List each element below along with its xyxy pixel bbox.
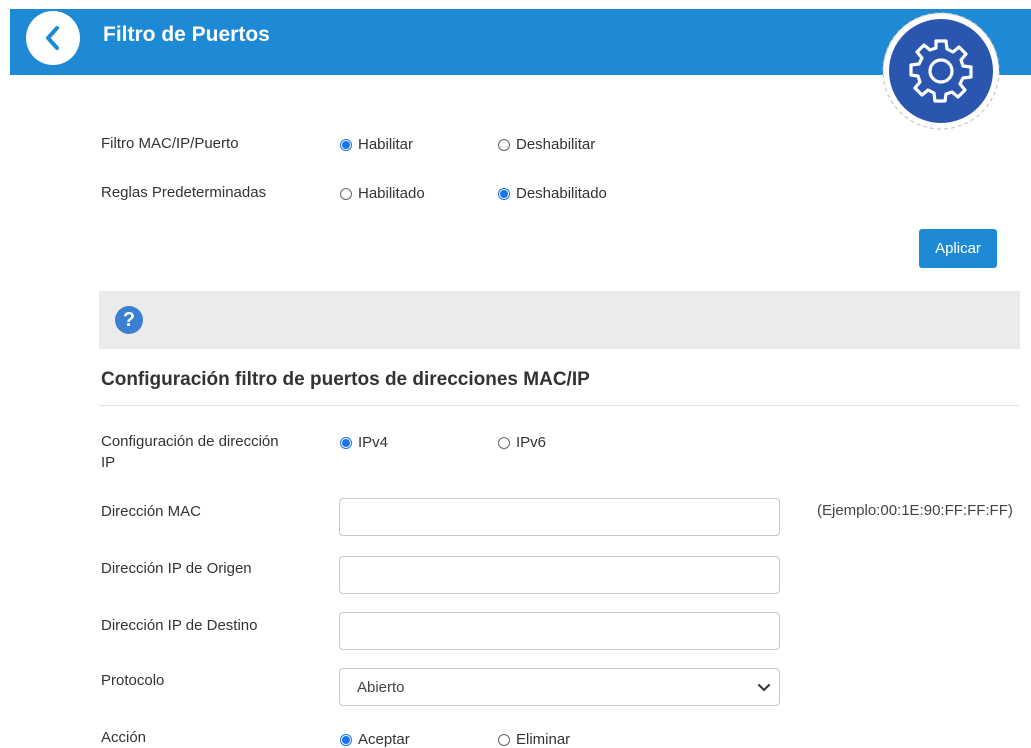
ip-config-label-line1: Configuración de dirección bbox=[101, 433, 279, 450]
default-rules-label: Reglas Predeterminadas bbox=[101, 184, 267, 201]
section-title: Configuración filtro de puertos de direc… bbox=[101, 369, 590, 390]
ipv6-radio[interactable]: IPv6 bbox=[498, 434, 546, 451]
ipv4-radio[interactable]: IPv4 bbox=[340, 434, 388, 451]
radio-checked-icon bbox=[340, 733, 352, 746]
page-title: Filtro de Puertos bbox=[103, 23, 270, 46]
radio-label: Habilitar bbox=[358, 136, 414, 153]
radio-label: Eliminar bbox=[516, 731, 571, 748]
ip-config-label: Configuración de dirección IP bbox=[101, 431, 279, 473]
help-bar: ? bbox=[99, 291, 1020, 349]
source-ip-input[interactable] bbox=[339, 556, 780, 594]
src-ip-label: Dirección IP de Origen bbox=[101, 560, 252, 577]
radio-label: IPv4 bbox=[358, 434, 389, 451]
filter-enable-radio[interactable]: Habilitar bbox=[340, 136, 413, 153]
mac-label: Dirección MAC bbox=[101, 503, 202, 520]
chevron-left-icon bbox=[46, 26, 59, 50]
apply-button[interactable]: Aplicar bbox=[919, 229, 997, 268]
radio-label: Deshabilitar bbox=[516, 136, 596, 153]
radio-unchecked-icon bbox=[340, 187, 352, 200]
default-rules-enabled-radio[interactable]: Habilitado bbox=[340, 185, 425, 202]
default-rules-disabled-radio[interactable]: Deshabilitado bbox=[498, 185, 607, 202]
action-delete-radio[interactable]: Eliminar bbox=[498, 731, 570, 748]
radio-label: IPv6 bbox=[516, 434, 547, 451]
mac-address-input[interactable] bbox=[339, 498, 780, 536]
radio-checked-icon bbox=[340, 436, 352, 449]
action-label: Acción bbox=[101, 729, 147, 746]
gear-icon bbox=[882, 12, 1000, 130]
back-button[interactable] bbox=[26, 11, 80, 65]
filter-label: Filtro MAC/IP/Puerto bbox=[101, 135, 239, 152]
section-divider bbox=[99, 405, 1020, 406]
radio-unchecked-icon bbox=[498, 733, 510, 746]
ip-config-label-line2: IP bbox=[101, 454, 116, 471]
radio-unchecked-icon bbox=[498, 436, 510, 449]
protocol-label: Protocolo bbox=[101, 672, 165, 689]
radio-checked-icon bbox=[340, 138, 352, 151]
question-icon[interactable]: ? bbox=[115, 306, 143, 334]
radio-label: Aceptar bbox=[358, 731, 410, 748]
protocol-select[interactable]: Abierto bbox=[339, 668, 780, 706]
chevron-down-icon bbox=[758, 684, 770, 691]
destination-ip-input[interactable] bbox=[339, 612, 780, 650]
settings-badge bbox=[880, 10, 1002, 132]
radio-checked-icon bbox=[498, 187, 510, 200]
filter-disable-radio[interactable]: Deshabilitar bbox=[498, 136, 595, 153]
dst-ip-label: Dirección IP de Destino bbox=[101, 617, 258, 634]
radio-label: Deshabilitado bbox=[516, 185, 607, 202]
radio-unchecked-icon bbox=[498, 138, 510, 151]
mac-example-hint: (Ejemplo:00:1E:90:FF:FF:FF) bbox=[817, 502, 1013, 519]
action-accept-radio[interactable]: Aceptar bbox=[340, 731, 410, 748]
radio-label: Habilitado bbox=[358, 185, 425, 202]
protocol-selected-value: Abierto bbox=[357, 679, 405, 696]
